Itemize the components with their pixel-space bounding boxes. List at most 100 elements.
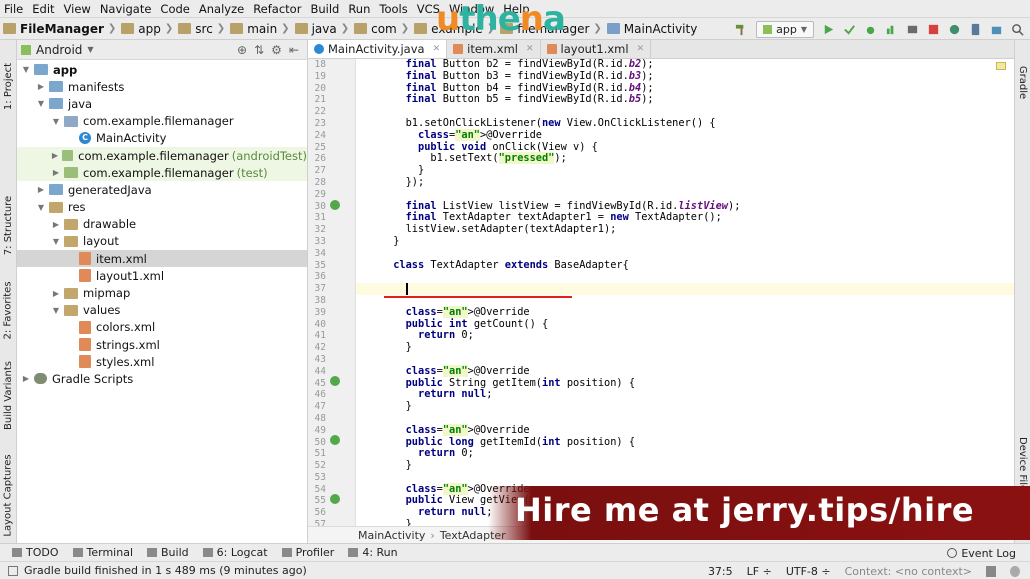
tab-structure[interactable]: 7: Structure	[1, 180, 16, 270]
locate-icon[interactable]: ⊕	[237, 43, 247, 57]
close-icon[interactable]: ✕	[433, 44, 441, 54]
menu-item-navigate[interactable]: Navigate	[100, 2, 152, 16]
tree-item[interactable]: ▶ mipmap	[17, 284, 307, 301]
override-marker-icon[interactable]	[330, 200, 340, 210]
breadcrumb-item[interactable]: MainActivity	[358, 529, 425, 542]
tab-project[interactable]: 1: Project	[1, 46, 16, 126]
close-icon[interactable]: ✕	[637, 44, 645, 54]
tree-item[interactable]: ▶ generatedJava	[17, 181, 307, 198]
tab-favorites[interactable]: 2: Favorites	[1, 265, 16, 355]
file-encoding[interactable]: UTF-8 ÷	[786, 565, 831, 578]
tree-item[interactable]: ▶ drawable	[17, 216, 307, 233]
project-view-mode[interactable]: Android	[36, 43, 82, 57]
expanded-arrow-icon[interactable]: ▼	[36, 99, 46, 108]
menu-item-view[interactable]: View	[64, 2, 91, 16]
collapsed-arrow-icon[interactable]: ▶	[36, 82, 46, 91]
tree-item[interactable]: styles.xml	[17, 353, 307, 370]
collapse-all-icon[interactable]: ⇅	[254, 43, 264, 57]
close-icon[interactable]: ✕	[526, 44, 534, 54]
stop-icon[interactable]	[927, 23, 940, 36]
tab-build-variants[interactable]: Build Variants	[1, 350, 16, 440]
hide-icon[interactable]: ⇤	[289, 43, 299, 57]
nav-crumb[interactable]: app ❯	[121, 22, 178, 36]
tree-item[interactable]: ▶ com.example.filemanager (test)	[17, 164, 307, 182]
expanded-arrow-icon[interactable]: ▼	[21, 65, 31, 74]
sdk-manager-icon[interactable]	[990, 23, 1003, 36]
tree-item[interactable]: item.xml	[17, 250, 307, 268]
menu-item-refactor[interactable]: Refactor	[253, 2, 301, 16]
tab-gradle[interactable]: Gradle	[1015, 52, 1030, 112]
collapsed-arrow-icon[interactable]: ▶	[21, 374, 31, 383]
nav-crumb[interactable]: FileManager ❯	[3, 22, 121, 36]
tree-item[interactable]: colors.xml	[17, 319, 307, 336]
tree-item[interactable]: ▼ res	[17, 199, 307, 216]
hammer-icon[interactable]	[735, 23, 748, 36]
menu-item-code[interactable]: Code	[160, 2, 189, 16]
tree-item[interactable]: C MainActivity	[17, 130, 307, 147]
editor-tab[interactable]: layout1.xml ✕	[541, 40, 652, 58]
menu-item-build[interactable]: Build	[310, 2, 339, 16]
tool-windows-icon[interactable]	[8, 565, 18, 576]
collapsed-arrow-icon[interactable]: ▶	[36, 185, 46, 194]
menu-item-tools[interactable]: Tools	[379, 2, 407, 16]
avd-manager-icon[interactable]	[969, 23, 982, 36]
run-icon[interactable]	[822, 23, 835, 36]
gear-icon[interactable]: ⚙	[271, 43, 282, 57]
run-config-select[interactable]: app ▼	[756, 20, 814, 38]
attach-debugger-icon[interactable]	[906, 23, 919, 36]
status-message[interactable]: Gradle build finished in 1 s 489 ms (9 m…	[24, 564, 307, 577]
search-icon[interactable]	[1011, 23, 1024, 36]
tree-item[interactable]: ▼ layout	[17, 233, 307, 250]
collapsed-arrow-icon[interactable]: ▶	[51, 168, 61, 177]
tree-item[interactable]: ▼ values	[17, 302, 307, 319]
apply-changes-icon[interactable]	[843, 23, 856, 36]
tab-layout-captures[interactable]: Layout Captures	[1, 440, 16, 550]
tree-item[interactable]: ▶ com.example.filemanager (androidTest)	[17, 146, 307, 165]
menu-item-edit[interactable]: Edit	[32, 2, 54, 16]
tree-item[interactable]: ▼ com.example.filemanager	[17, 113, 307, 130]
tool-window-button[interactable]: Build	[147, 546, 189, 559]
collapsed-arrow-icon[interactable]: ▶	[51, 289, 61, 298]
tree-item[interactable]: strings.xml	[17, 336, 307, 353]
nav-crumb[interactable]: java ❯	[294, 22, 355, 36]
tool-window-button[interactable]: 6: Logcat	[202, 546, 268, 559]
tree-item[interactable]: ▼ java	[17, 95, 307, 112]
line-separator[interactable]: LF ÷	[747, 565, 772, 578]
override-marker-icon[interactable]	[330, 494, 340, 504]
tool-window-button[interactable]: Terminal	[72, 546, 133, 559]
collapsed-arrow-icon[interactable]: ▶	[51, 220, 61, 229]
sync-gradle-icon[interactable]	[948, 23, 961, 36]
expanded-arrow-icon[interactable]: ▼	[51, 117, 61, 126]
override-marker-icon[interactable]	[330, 376, 340, 386]
tool-window-button[interactable]: TODO	[12, 546, 59, 559]
editor-tab[interactable]: item.xml ✕	[447, 40, 541, 58]
hector-icon[interactable]	[1010, 565, 1020, 577]
tree-item[interactable]: ▶ manifests	[17, 78, 307, 95]
scroll-marker[interactable]	[996, 62, 1006, 70]
menu-item-analyze[interactable]: Analyze	[199, 2, 244, 16]
override-marker-icon[interactable]	[330, 435, 340, 445]
profile-icon[interactable]	[885, 23, 898, 36]
editor-tab[interactable]: MainActivity.java ✕	[308, 40, 448, 58]
tree-item[interactable]: ▼ app	[17, 61, 307, 78]
code-editor[interactable]: 18 final Button b2 = findViewById(R.id.b…	[308, 59, 1014, 526]
tool-window-button[interactable]: Profiler	[281, 546, 334, 559]
expanded-arrow-icon[interactable]: ▼	[51, 237, 61, 246]
tree-item[interactable]: layout1.xml	[17, 267, 307, 284]
collapsed-arrow-icon[interactable]: ▶	[51, 151, 59, 160]
event-log-button[interactable]: Event Log	[947, 544, 1016, 562]
debug-icon[interactable]	[864, 23, 877, 36]
expanded-arrow-icon[interactable]: ▼	[36, 203, 46, 212]
tree-item[interactable]: ▶ Gradle Scripts	[17, 370, 307, 387]
menu-item-file[interactable]: File	[4, 2, 23, 16]
expanded-arrow-icon[interactable]: ▼	[51, 306, 61, 315]
chevron-down-icon[interactable]: ▼	[87, 45, 93, 54]
lock-icon[interactable]	[986, 565, 996, 577]
nav-crumb[interactable]: com ❯	[354, 22, 414, 36]
tool-window-button[interactable]: 4: Run	[348, 546, 398, 559]
caret-position[interactable]: 37:5	[708, 565, 733, 578]
nav-crumb[interactable]: main ❯	[230, 22, 294, 36]
nav-crumb[interactable]: src ❯	[178, 22, 230, 36]
menu-item-run[interactable]: Run	[348, 2, 370, 16]
fold-icon[interactable]	[330, 177, 340, 187]
